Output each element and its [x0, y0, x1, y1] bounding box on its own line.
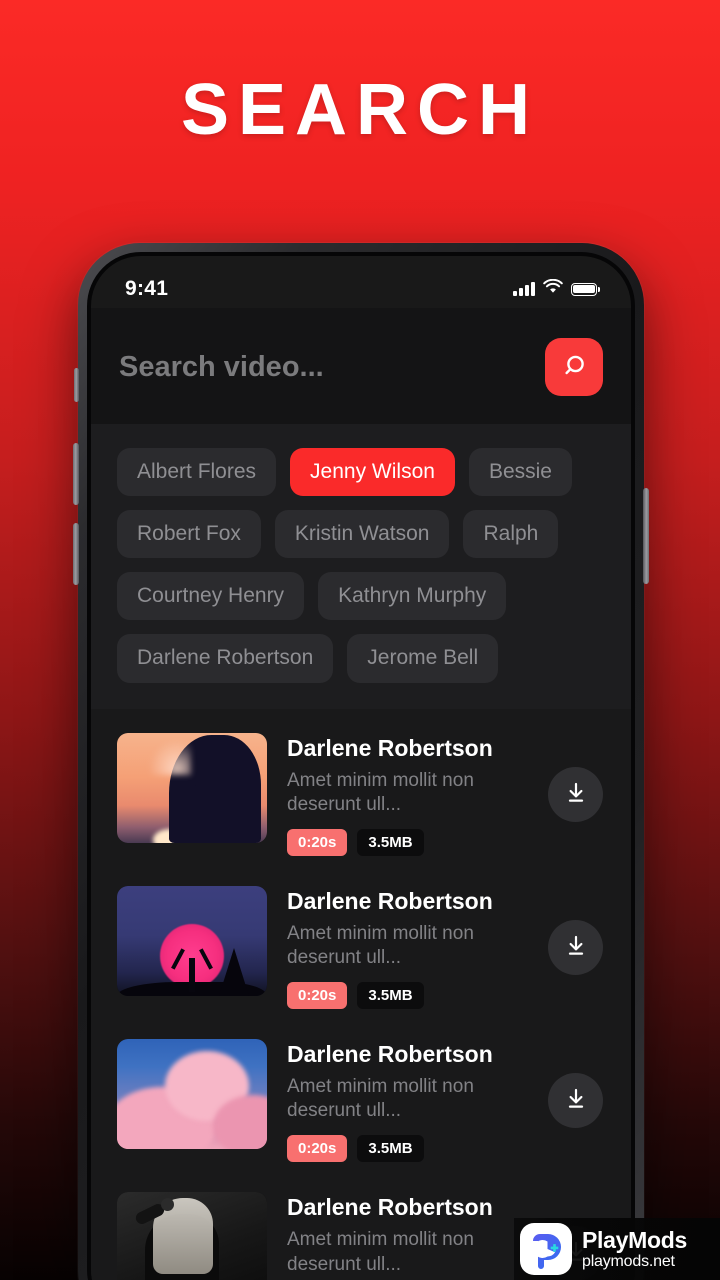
- download-button[interactable]: [548, 919, 603, 975]
- playmods-text: PlayMods playmods.net: [582, 1226, 687, 1271]
- search-icon: [560, 352, 588, 383]
- chip-robert-fox[interactable]: Robert Fox: [117, 510, 261, 559]
- playmods-brand-name: PlayMods: [582, 1226, 687, 1253]
- status-bar-indicators: [513, 278, 600, 299]
- video-description: Amet minim mollit non deserunt ull...: [287, 770, 474, 816]
- download-icon: [564, 934, 588, 961]
- video-badges: 0:20s 3.5MB: [287, 828, 605, 856]
- phone-bezel: 9:41 Search video... Albert Flores Jenny…: [87, 252, 635, 1280]
- playmods-logo-icon: [520, 1223, 572, 1275]
- video-badges: 0:20s 3.5MB: [287, 1134, 605, 1162]
- chip-ralph[interactable]: Ralph: [463, 510, 559, 559]
- search-input[interactable]: [119, 350, 531, 384]
- thumbnail-art-pink-clouds-blue-sky: [117, 1038, 267, 1149]
- playmods-url: playmods.net: [582, 1252, 675, 1270]
- video-title: Darlene Robertson: [287, 1040, 493, 1067]
- chip-darlene-robertson[interactable]: Darlene Robertson: [117, 634, 334, 683]
- chip-courtney-henry[interactable]: Courtney Henry: [117, 572, 305, 621]
- video-description: Amet minim mollit non deserunt ull...: [287, 1229, 474, 1275]
- video-thumbnail[interactable]: [117, 732, 267, 843]
- cellular-signal-icon: [513, 282, 535, 296]
- silent-switch-button[interactable]: [74, 368, 79, 402]
- power-button[interactable]: [643, 488, 649, 584]
- video-thumbnail[interactable]: [117, 1038, 267, 1149]
- video-description: Amet minim mollit non deserunt ull...: [287, 923, 474, 969]
- volume-down-button[interactable]: [73, 523, 79, 585]
- video-title: Darlene Robertson: [287, 887, 493, 914]
- download-icon: [564, 781, 588, 808]
- tag-chips-list: Albert Flores Jenny Wilson Bessie Robert…: [117, 448, 605, 683]
- chip-kristin-watson[interactable]: Kristin Watson: [274, 510, 450, 559]
- duration-badge: 0:20s: [287, 1134, 348, 1162]
- volume-up-button[interactable]: [73, 443, 79, 505]
- search-header: [91, 308, 631, 424]
- status-bar: 9:41: [91, 256, 631, 308]
- chip-jenny-wilson[interactable]: Jenny Wilson: [290, 448, 455, 497]
- wifi-icon: [543, 278, 563, 299]
- battery-icon: [571, 282, 600, 296]
- video-badges: 0:20s 3.5MB: [287, 981, 605, 1009]
- app-screen: 9:41 Search video... Albert Flores Jenny…: [91, 256, 631, 1280]
- duration-badge: 0:20s: [287, 828, 348, 856]
- chip-kathryn-murphy[interactable]: Kathryn Murphy: [318, 572, 507, 621]
- thumbnail-art-night-pink-sun-person: [117, 885, 267, 996]
- download-icon: [564, 1087, 588, 1114]
- tag-chips-section: Albert Flores Jenny Wilson Bessie Robert…: [91, 424, 631, 709]
- duration-badge: 0:20s: [287, 981, 348, 1009]
- status-bar-time: 9:41: [125, 277, 169, 300]
- download-button[interactable]: [548, 766, 603, 822]
- filesize-badge: 3.5MB: [357, 981, 424, 1009]
- playmods-watermark: PlayMods playmods.net: [514, 1218, 720, 1280]
- search-button[interactable]: [545, 338, 603, 396]
- video-title: Darlene Robertson: [287, 734, 493, 761]
- video-title: Darlene Robertson: [287, 1193, 493, 1220]
- thumbnail-art-singer-black-white: [117, 1191, 267, 1280]
- video-description: Amet minim mollit non deserunt ull...: [287, 1076, 474, 1122]
- download-button[interactable]: [548, 1072, 603, 1128]
- video-list-item[interactable]: Darlene Robertson Amet minim mollit non …: [117, 870, 605, 1023]
- chip-albert-flores[interactable]: Albert Flores: [117, 448, 277, 497]
- video-results-list: Darlene Robertson Amet minim mollit non …: [91, 708, 631, 1280]
- page-title: SEARCH: [180, 70, 540, 150]
- thumbnail-art-sunset-silhouette-face: [117, 732, 267, 843]
- chip-bessie[interactable]: Bessie: [468, 448, 572, 497]
- phone-mockup: 9:41 Search video... Albert Flores Jenny…: [73, 243, 649, 1280]
- video-thumbnail[interactable]: [117, 1191, 267, 1280]
- filesize-badge: 3.5MB: [357, 828, 424, 856]
- chip-jerome-bell[interactable]: Jerome Bell: [347, 634, 499, 683]
- video-list-item[interactable]: Darlene Robertson Amet minim mollit non …: [117, 717, 605, 870]
- filesize-badge: 3.5MB: [357, 1134, 424, 1162]
- video-thumbnail[interactable]: [117, 885, 267, 996]
- video-list-item[interactable]: Darlene Robertson Amet minim mollit non …: [117, 1023, 605, 1176]
